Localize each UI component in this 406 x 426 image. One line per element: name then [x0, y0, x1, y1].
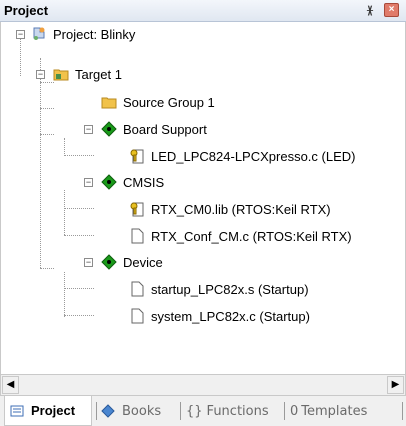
tree-line — [64, 138, 65, 156]
tree-node-project[interactable]: Project: Blinky — [31, 24, 135, 44]
tree-line — [20, 38, 21, 76]
templates-icon: 0 — [290, 403, 299, 419]
tab-label: Books — [122, 403, 162, 419]
tree-node-source-group[interactable]: Source Group 1 — [101, 92, 215, 112]
tab-templates[interactable]: 0 Templates — [286, 396, 400, 426]
tree-node-rtx-lib[interactable]: RTX_CM0.lib (RTOS:Keil RTX) — [129, 199, 331, 219]
tree-node-label: RTX_Conf_CM.c (RTOS:Keil RTX) — [151, 228, 352, 244]
tree-node-system[interactable]: system_LPC82x.c (Startup) — [129, 306, 310, 326]
tree-line — [64, 235, 94, 236]
tab-project[interactable]: Project — [4, 396, 92, 426]
tree-node-label: Source Group 1 — [123, 94, 215, 110]
tree-line — [40, 82, 54, 83]
key-icon — [129, 201, 145, 217]
tree-line — [64, 208, 94, 209]
tab-separator — [402, 402, 403, 420]
panel-title: Project — [4, 3, 49, 18]
panel-titlebar: Project ᚕ × — [0, 0, 406, 22]
tab-label: Templates — [301, 403, 368, 419]
tree-line — [40, 134, 54, 135]
tab-label: Project — [31, 403, 76, 418]
folder-icon — [101, 94, 117, 110]
project-icon — [31, 26, 47, 42]
tree-line — [64, 315, 94, 316]
tree-node-cmsis[interactable]: CMSIS — [101, 172, 164, 192]
scroll-right-button[interactable]: ▶ — [387, 376, 404, 394]
project-tab-icon — [9, 403, 25, 419]
books-icon — [100, 403, 116, 419]
tab-separator — [180, 402, 181, 420]
tree-line — [40, 58, 41, 268]
tree-line — [64, 155, 94, 156]
tree-node-label: RTX_CM0.lib (RTOS:Keil RTX) — [151, 201, 331, 217]
tree-node-board-support[interactable]: Board Support — [101, 119, 207, 139]
folder-icon — [53, 66, 69, 82]
tree-line — [64, 288, 94, 289]
functions-icon: {} — [186, 403, 203, 419]
tree-node-led-file[interactable]: LED_LPC824-LPCXpresso.c (LED) — [129, 146, 355, 166]
file-icon — [129, 228, 145, 244]
tab-separator — [284, 402, 285, 420]
expand-toggle[interactable]: − — [16, 30, 25, 39]
expand-toggle[interactable]: − — [84, 125, 93, 134]
tab-label: Functions — [206, 403, 269, 419]
key-icon — [129, 148, 145, 164]
file-icon — [129, 308, 145, 324]
tree-node-startup[interactable]: startup_LPC82x.s (Startup) — [129, 279, 309, 299]
project-tree: − Project: Blinky − Target 1 Source Grou… — [0, 22, 406, 374]
tab-functions[interactable]: {} Functions — [182, 396, 282, 426]
tree-line — [64, 272, 65, 317]
tree-node-rtx-conf[interactable]: RTX_Conf_CM.c (RTOS:Keil RTX) — [129, 226, 352, 246]
component-icon — [101, 254, 117, 270]
tree-node-label: Device — [123, 254, 163, 270]
pin-icon[interactable]: ᚕ — [362, 2, 378, 18]
tree-node-label: system_LPC82x.c (Startup) — [151, 308, 310, 324]
scroll-left-button[interactable]: ◀ — [2, 376, 19, 394]
tree-line — [40, 268, 54, 269]
tree-node-label: CMSIS — [123, 174, 165, 190]
file-icon — [129, 281, 145, 297]
tree-node-label: LED_LPC824-LPCXpresso.c (LED) — [151, 148, 356, 164]
tree-node-label: Target 1 — [75, 66, 122, 82]
expand-toggle[interactable]: − — [84, 258, 93, 267]
tree-line — [64, 190, 65, 235]
panel-tabs: Project Books {} Functions 0 Templates — [0, 396, 406, 426]
tree-node-label: Board Support — [123, 121, 207, 137]
tree-line — [40, 108, 54, 109]
tree-node-label: Project: Blinky — [53, 26, 136, 42]
component-icon — [101, 121, 117, 137]
component-icon — [101, 174, 117, 190]
close-icon[interactable]: × — [384, 3, 399, 17]
tab-books[interactable]: Books — [96, 396, 178, 426]
tree-node-label: startup_LPC82x.s (Startup) — [151, 281, 309, 297]
tree-node-target[interactable]: Target 1 — [53, 64, 122, 84]
expand-toggle[interactable]: − — [36, 70, 45, 79]
tree-node-device[interactable]: Device — [101, 252, 163, 272]
horizontal-scrollbar[interactable]: ◀ ▶ — [0, 374, 406, 396]
expand-toggle[interactable]: − — [84, 178, 93, 187]
